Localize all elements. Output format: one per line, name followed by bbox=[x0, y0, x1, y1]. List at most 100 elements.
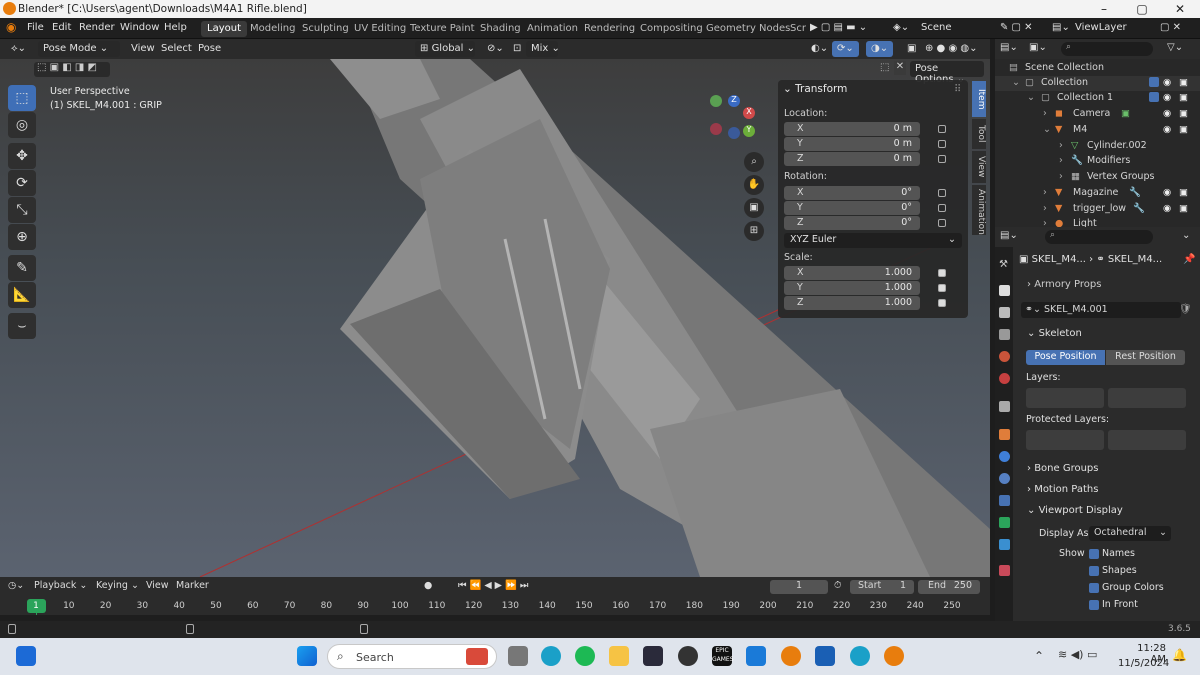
menu-window[interactable]: Window bbox=[120, 22, 159, 33]
maximize-button[interactable]: ▢ bbox=[1122, 0, 1162, 18]
camera-render-icon[interactable]: ▣ bbox=[1179, 124, 1188, 135]
tray-wifi-volume-battery-icon[interactable]: ≋ ◀) ▭ bbox=[1058, 648, 1097, 661]
cursor-tool-icon[interactable]: ◎ bbox=[8, 112, 36, 138]
settings-gear-icon[interactable] bbox=[678, 646, 698, 666]
timeline-view-menu[interactable]: View bbox=[146, 580, 169, 591]
location-x-field[interactable]: X 0 m bbox=[784, 122, 920, 136]
xray-toggle-icon[interactable]: ▣ bbox=[902, 41, 921, 57]
lock-rotation-x-icon[interactable] bbox=[938, 189, 946, 197]
tab-animation-side[interactable]: Animation bbox=[972, 185, 986, 235]
scene-actions-icons[interactable]: ✎ ▢ ✕ bbox=[1000, 22, 1033, 33]
zoom-icon[interactable]: ⌕ bbox=[744, 152, 764, 172]
npanel-toggle-icon[interactable]: ⬚ bbox=[880, 62, 889, 73]
move-tool-icon[interactable]: ✥ bbox=[8, 143, 36, 169]
gizmo-z-icon[interactable]: Z bbox=[728, 95, 740, 107]
texture-tab-icon[interactable] bbox=[999, 565, 1010, 576]
keyframe-record-icon[interactable]: ● bbox=[424, 580, 432, 591]
mix-selector[interactable]: Mix ⌄ bbox=[526, 41, 560, 57]
eye-icon[interactable]: ◉ bbox=[1163, 203, 1171, 214]
shapes-checkbox[interactable] bbox=[1089, 566, 1099, 576]
filter-icon[interactable]: ▽⌄ bbox=[1167, 42, 1183, 53]
armature-data-tab-icon[interactable] bbox=[999, 495, 1010, 506]
rest-position-button[interactable]: Rest Position bbox=[1106, 350, 1185, 365]
playback-menu[interactable]: Playback ⌄ bbox=[34, 580, 87, 591]
gizmo-y-neg-icon[interactable] bbox=[710, 95, 722, 107]
menu-edit[interactable]: Edit bbox=[52, 22, 71, 33]
lock-location-y-icon[interactable] bbox=[938, 140, 946, 148]
outliner-row-light[interactable]: › ● Light bbox=[995, 217, 1200, 227]
marker-menu[interactable]: Marker bbox=[176, 580, 209, 591]
tab-shading[interactable]: Shading bbox=[474, 21, 527, 37]
bone-tab-icon[interactable] bbox=[999, 517, 1010, 528]
render-tab-icon[interactable] bbox=[999, 285, 1010, 296]
spotify-icon[interactable] bbox=[575, 646, 595, 666]
outliner-row-vertex-groups[interactable]: › ▦ Vertex Groups bbox=[995, 170, 1200, 185]
close-npanel-icon[interactable]: ✕ bbox=[894, 61, 906, 75]
outliner-row-cylinder[interactable]: › ▽ Cylinder.002 bbox=[995, 139, 1200, 154]
collection-tab-icon[interactable] bbox=[999, 401, 1010, 412]
rotate-tool-icon[interactable]: ⟳ bbox=[8, 170, 36, 196]
viewport-display-section[interactable]: ⌄ Viewport Display bbox=[1027, 505, 1123, 516]
snap-icon[interactable]: ⊡ bbox=[508, 41, 526, 57]
lock-scale-x-icon[interactable] bbox=[938, 269, 946, 277]
fake-user-icon[interactable]: 🛡 bbox=[1179, 304, 1192, 315]
orientation-selector[interactable]: ⊞ Global ⌄ bbox=[415, 41, 475, 57]
camera-render-icon[interactable]: ▣ bbox=[1179, 92, 1188, 103]
outliner-row-collection-1[interactable]: ⌄ ▢ Collection 1 ◉ ▣ bbox=[995, 91, 1200, 106]
rotation-y-field[interactable]: Y 0° bbox=[784, 201, 920, 215]
tab-tool[interactable]: Tool bbox=[972, 119, 986, 149]
output-tab-icon[interactable] bbox=[999, 307, 1010, 318]
editor-type-icon[interactable]: ⟡⌄ bbox=[6, 41, 31, 57]
camera-render-icon[interactable]: ▣ bbox=[1179, 77, 1188, 88]
view-layer-actions-icons[interactable]: ▢ ✕ bbox=[1160, 22, 1181, 33]
tray-chevron-icon[interactable]: ⌃ bbox=[1034, 649, 1044, 663]
world-tab-icon[interactable] bbox=[999, 373, 1010, 384]
skeleton-section[interactable]: ⌄ Skeleton bbox=[1027, 328, 1082, 339]
eye-icon[interactable]: ◉ bbox=[1163, 77, 1171, 88]
constraints-tab-icon[interactable] bbox=[999, 473, 1010, 484]
task-view-icon[interactable] bbox=[508, 646, 528, 666]
epic-games-icon[interactable]: EPIC GAMES bbox=[712, 646, 734, 666]
playback-controls[interactable]: ⏮⏪◀▶⏩⏭ bbox=[458, 580, 531, 591]
navigation-gizmo[interactable]: Z X Y bbox=[710, 95, 760, 145]
pose-position-button[interactable]: Pose Position bbox=[1026, 350, 1105, 365]
keying-menu[interactable]: Keying ⌄ bbox=[96, 580, 139, 591]
names-checkbox[interactable] bbox=[1089, 549, 1099, 559]
pan-hand-icon[interactable]: ✋ bbox=[744, 175, 764, 195]
tool-tab-icon[interactable]: ⚒ bbox=[999, 259, 1010, 270]
ortho-grid-icon[interactable]: ⊞ bbox=[744, 221, 764, 241]
location-z-field[interactable]: Z 0 m bbox=[784, 152, 920, 166]
display-mode-icon[interactable]: ▣⌄ bbox=[1029, 42, 1047, 53]
scale-x-field[interactable]: X 1.000 bbox=[784, 266, 920, 280]
word-icon[interactable] bbox=[815, 646, 835, 666]
stopwatch-icon[interactable]: ⏱ bbox=[834, 580, 841, 591]
scene-name[interactable]: Scene bbox=[921, 22, 952, 33]
edge-dev-icon[interactable] bbox=[850, 646, 870, 666]
scene-selector-icon[interactable]: ◈⌄ bbox=[893, 22, 909, 33]
lock-scale-z-icon[interactable] bbox=[938, 299, 946, 307]
scale-z-field[interactable]: Z 1.000 bbox=[784, 296, 920, 310]
select-tool-icon[interactable]: ⬚ bbox=[8, 85, 36, 111]
rotation-z-field[interactable]: Z 0° bbox=[784, 216, 920, 230]
scale-tool-icon[interactable]: ⤡ bbox=[8, 197, 36, 223]
view-layer-name[interactable]: ViewLayer bbox=[1075, 22, 1127, 33]
edge-icon[interactable] bbox=[541, 646, 561, 666]
tab-modeling[interactable]: Modeling bbox=[244, 21, 302, 37]
notification-icon[interactable]: 🔔 bbox=[1172, 648, 1187, 662]
menu-pose[interactable]: Pose bbox=[193, 41, 226, 57]
outliner-row-scene-collection[interactable]: ▤ Scene Collection bbox=[995, 61, 1200, 76]
rotation-mode-dropdown[interactable]: XYZ Euler ⌄ bbox=[784, 233, 962, 248]
transform-tool-icon[interactable]: ⊕ bbox=[8, 224, 36, 250]
motion-paths-section[interactable]: › Motion Paths bbox=[1027, 484, 1098, 495]
tab-item[interactable]: Item bbox=[972, 81, 986, 117]
menu-file[interactable]: File bbox=[27, 22, 44, 33]
file-explorer-icon[interactable] bbox=[609, 646, 629, 666]
drag-handle-icon[interactable]: ⠿ bbox=[954, 84, 961, 95]
lock-rotation-z-icon[interactable] bbox=[938, 219, 946, 227]
outliner-row-m4[interactable]: ⌄ ▼ M4 ◉ ▣ bbox=[995, 123, 1200, 138]
clock-date[interactable]: 11/5/2024 bbox=[1118, 658, 1169, 669]
annotate-tool-icon[interactable]: ✎ bbox=[8, 255, 36, 281]
scale-y-field[interactable]: Y 1.000 bbox=[784, 281, 920, 295]
visibility-icon[interactable]: ◐⌄ bbox=[806, 41, 833, 57]
overlay-toggle-icon[interactable]: ◑⌄ bbox=[866, 41, 894, 57]
